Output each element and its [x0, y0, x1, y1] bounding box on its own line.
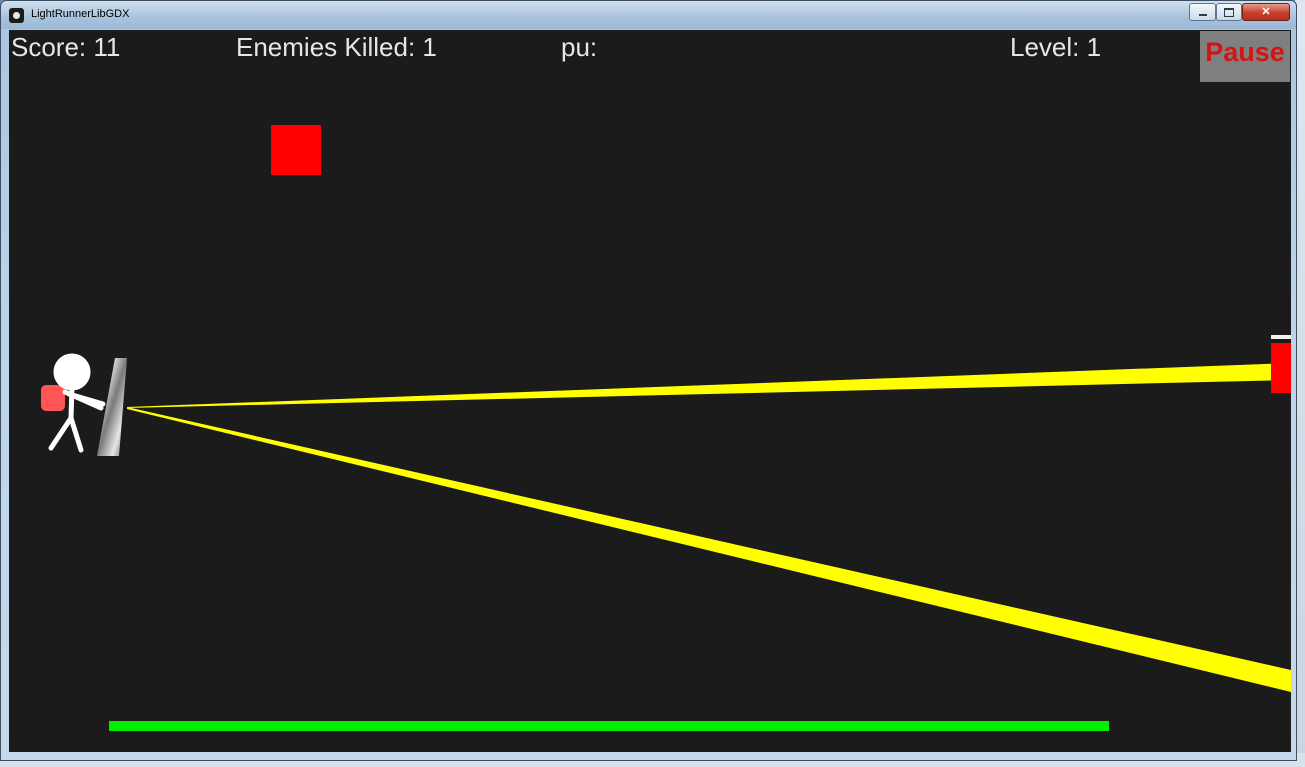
- app-icon: [9, 8, 24, 23]
- close-button[interactable]: ✕: [1242, 3, 1290, 21]
- close-icon: ✕: [1261, 6, 1271, 18]
- player-backpack: [41, 385, 65, 411]
- light-beam-lower: [127, 407, 1291, 692]
- window-title: LightRunnerLibGDX: [31, 8, 130, 20]
- game-canvas[interactable]: Score: 11 Enemies Killed: 1 pu: Level: 1…: [9, 30, 1291, 752]
- game-window: LightRunnerLibGDX ✕ Score: 11 Enemies Ki…: [0, 0, 1297, 761]
- maximize-icon: [1224, 7, 1234, 17]
- enemy-block-right: [1271, 343, 1291, 393]
- minimize-icon: [1198, 14, 1207, 17]
- minimize-button[interactable]: [1189, 3, 1216, 21]
- light-beam-upper: [127, 363, 1291, 408]
- window-titlebar[interactable]: LightRunnerLibGDX ✕: [1, 1, 1296, 29]
- health-bar: [109, 721, 1109, 731]
- enemy-health-bar: [1271, 335, 1291, 339]
- game-scene: [41, 353, 1291, 692]
- maximize-button[interactable]: [1216, 3, 1242, 21]
